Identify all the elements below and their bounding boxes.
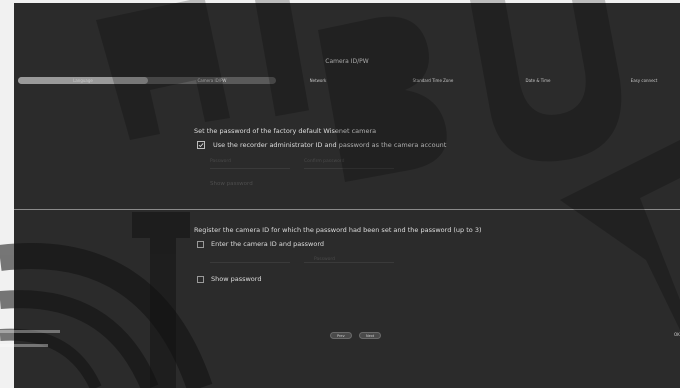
- show-password-checkbox[interactable]: [197, 275, 204, 283]
- show-password-label: Show password: [211, 275, 262, 283]
- step-standard-time-zone[interactable]: Standard Time Zone: [378, 77, 488, 84]
- page-title: Camera ID/PW: [325, 58, 369, 65]
- setup-wizard-window: Camera ID/PW Language Camera ID/PW Netwo…: [14, 3, 680, 388]
- section-register-camera-title: Register the camera ID for which the pas…: [194, 226, 482, 234]
- step-date-time[interactable]: Date & Time: [498, 77, 578, 84]
- use-admin-account-label: Use the recorder administrator ID and pa…: [213, 141, 447, 149]
- enter-camera-id-checkbox[interactable]: [197, 240, 204, 248]
- show-password-option[interactable]: Show password: [197, 275, 261, 283]
- password-field[interactable]: [210, 161, 290, 169]
- use-admin-account-option[interactable]: Use the recorder administrator ID and pa…: [197, 141, 446, 149]
- next-button[interactable]: Next: [359, 332, 382, 339]
- section-divider: [14, 209, 680, 210]
- step-network[interactable]: Network: [278, 77, 358, 84]
- step-camera-id-pw[interactable]: Camera ID/PW: [148, 77, 276, 84]
- enter-camera-id-option[interactable]: Enter the camera ID and password: [197, 240, 324, 248]
- camera-id-field[interactable]: [210, 255, 290, 263]
- ok-button[interactable]: OK: [674, 332, 680, 337]
- screenshot-frame: Camera ID/PW Language Camera ID/PW Netwo…: [0, 0, 680, 388]
- use-admin-account-checkbox[interactable]: [197, 141, 205, 149]
- enter-camera-id-label: Enter the camera ID and password: [211, 240, 324, 248]
- confirm-password-field[interactable]: [304, 161, 394, 169]
- step-language[interactable]: Language: [18, 77, 148, 84]
- camera-password-field[interactable]: [304, 255, 394, 263]
- section-default-password-title: Set the password of the factory default …: [194, 127, 377, 135]
- step-easy-connect[interactable]: Easy connect: [608, 77, 680, 84]
- wizard-steps: Language Camera ID/PW Network Standard T…: [18, 74, 680, 86]
- checkmark-icon: [198, 143, 204, 148]
- prev-button[interactable]: Prev: [330, 332, 352, 339]
- show-password-disabled-label: Show password: [210, 181, 253, 187]
